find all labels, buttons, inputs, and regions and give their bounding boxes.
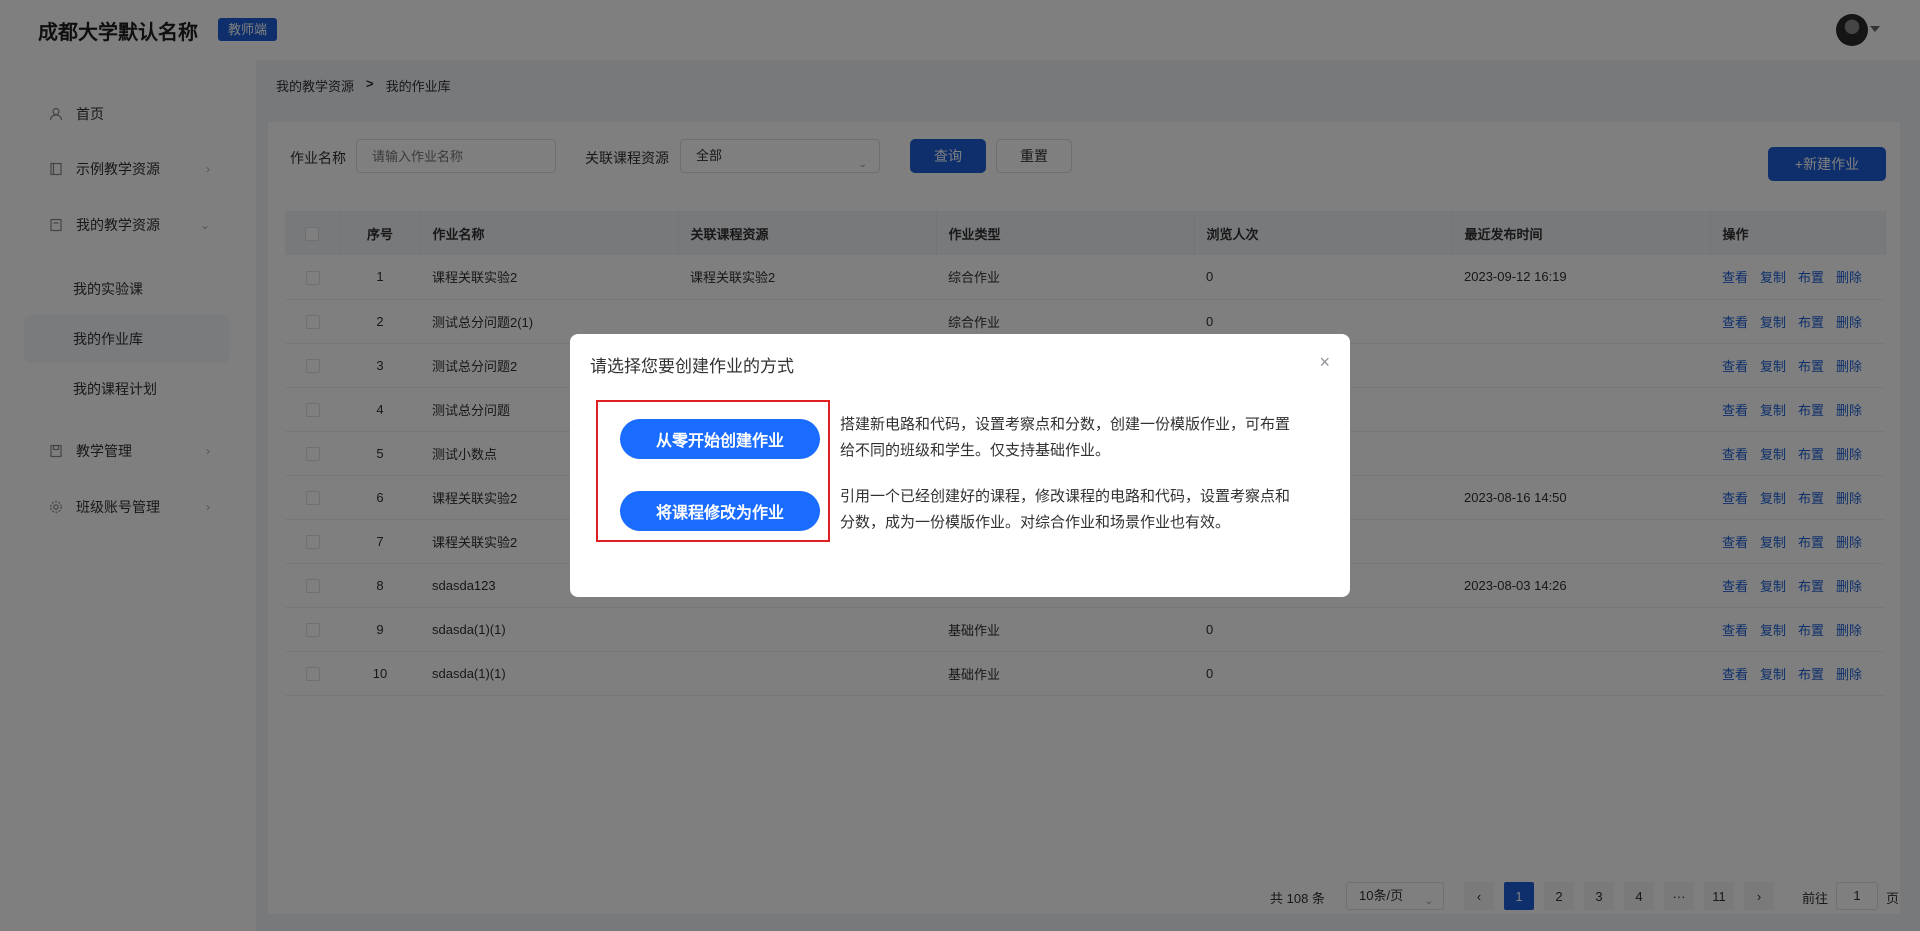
option1-description: 搭建新电路和代码，设置考察点和分数，创建一份模版作业，可布置给不同的班级和学生。… xyxy=(840,416,1291,459)
create-from-scratch-button[interactable]: 从零开始创建作业 xyxy=(620,419,820,459)
dialog-title: 请选择您要创建作业的方式 xyxy=(590,357,794,376)
option2-description: 引用一个已经创建好的课程，修改课程的电路和代码，设置考察点和分数，成为一份模版作… xyxy=(840,488,1291,531)
create-assignment-dialog: 请选择您要创建作业的方式 × 从零开始创建作业 搭建新电路和代码，设置考察点和分… xyxy=(570,334,1350,597)
convert-course-button[interactable]: 将课程修改为作业 xyxy=(620,491,820,531)
close-icon[interactable]: × xyxy=(1319,352,1330,373)
